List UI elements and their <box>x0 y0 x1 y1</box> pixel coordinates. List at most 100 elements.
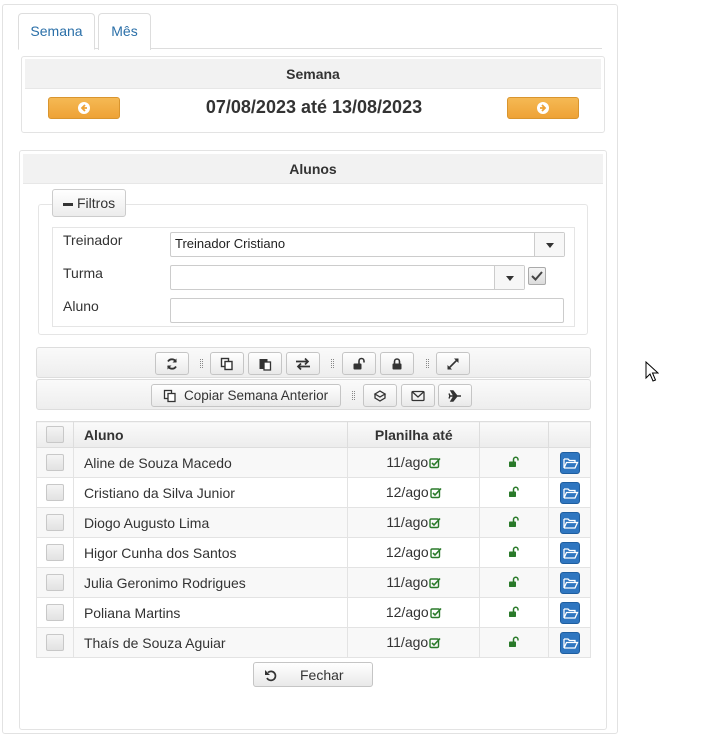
trainer-select[interactable]: Treinador Cristiano <box>170 232 565 257</box>
check-icon <box>531 271 543 281</box>
open-sheet-button[interactable] <box>559 631 580 654</box>
row-checkbox[interactable] <box>45 574 64 591</box>
row-folder-cell <box>548 537 591 568</box>
check-square-icon <box>429 636 441 652</box>
unlock-icon[interactable] <box>507 515 521 531</box>
paste-icon <box>259 358 272 371</box>
open-sheet-button[interactable] <box>559 511 580 534</box>
plane-icon <box>448 389 461 402</box>
copy-previous-week-button[interactable]: Copiar Semana Anterior <box>151 384 341 407</box>
close-button[interactable]: Fechar <box>253 662 373 687</box>
student-name: Thaís de Souza Aguiar <box>72 627 349 658</box>
student-label: Aluno <box>63 298 99 314</box>
sheet-date-cell: 12/ago <box>347 597 481 628</box>
dropbox-icon <box>373 389 387 402</box>
unlock-icon[interactable] <box>507 485 521 501</box>
unlock-button[interactable] <box>342 352 376 375</box>
row-lock-cell <box>479 537 550 568</box>
class-confirm-checkbox[interactable] <box>528 267 546 285</box>
sheet-date: 11/ago <box>386 633 429 650</box>
row-folder-cell <box>548 477 591 508</box>
unlock-icon[interactable] <box>507 575 521 591</box>
row-checkbox[interactable] <box>45 544 64 561</box>
chevron-down-icon[interactable] <box>534 233 564 256</box>
paste-button[interactable] <box>248 352 282 375</box>
sheet-date-cell: 12/ago <box>347 537 481 568</box>
undo-icon <box>265 670 277 682</box>
row-folder-cell <box>548 567 591 598</box>
send-button[interactable] <box>438 384 472 407</box>
table-header-row: Aluno Planilha até <box>36 421 591 448</box>
tab-mes[interactable]: Mês <box>98 13 151 50</box>
table-row[interactable]: Thaís de Souza Aguiar 11/ago <box>36 627 591 658</box>
row-folder-cell <box>548 447 591 478</box>
email-button[interactable] <box>401 384 435 407</box>
folder-open-icon <box>562 637 579 649</box>
sheet-date: 12/ago <box>385 483 429 500</box>
row-checkbox[interactable] <box>45 514 64 531</box>
class-select[interactable] <box>170 265 525 290</box>
actions-toolbar <box>36 347 591 378</box>
dropbox-button[interactable] <box>363 384 397 407</box>
envelope-icon <box>411 390 425 401</box>
refresh-button[interactable] <box>155 352 189 375</box>
open-sheet-button[interactable] <box>559 601 580 624</box>
open-sheet-button[interactable] <box>559 451 580 474</box>
unlock-icon[interactable] <box>507 635 521 651</box>
unlock-icon[interactable] <box>507 455 521 471</box>
row-checkbox[interactable] <box>45 484 64 501</box>
row-lock-cell <box>479 477 550 508</box>
check-square-icon <box>429 546 442 562</box>
swap-arrows-icon <box>296 357 310 370</box>
open-sheet-button[interactable] <box>559 571 580 594</box>
chevron-down-icon[interactable] <box>494 266 524 289</box>
sheet-date: 11/ago <box>386 513 429 530</box>
separator <box>331 359 334 368</box>
column-header-student[interactable]: Aluno <box>72 421 349 448</box>
table-row[interactable]: Aline de Souza Macedo 11/ago <box>36 447 591 478</box>
row-checkbox-cell <box>36 627 74 658</box>
row-checkbox[interactable] <box>45 454 64 471</box>
expand-button[interactable] <box>436 352 470 375</box>
student-name: Cristiano da Silva Junior <box>72 477 349 508</box>
sheet-date-cell: 11/ago <box>347 507 481 538</box>
row-checkbox-cell <box>36 477 74 508</box>
table-row[interactable]: Poliana Martins 12/ago <box>36 597 591 628</box>
row-checkbox[interactable] <box>45 634 64 651</box>
next-week-button[interactable] <box>507 97 579 119</box>
sheet-date: 11/ago <box>386 453 429 470</box>
week-toolbar: Copiar Semana Anterior <box>36 379 591 410</box>
unlock-icon[interactable] <box>507 605 521 621</box>
folder-open-icon <box>562 607 579 619</box>
check-square-icon <box>429 486 442 502</box>
trainer-label: Treinador <box>63 232 123 248</box>
unlock-icon[interactable] <box>507 545 521 561</box>
minus-icon <box>63 203 73 206</box>
student-search-input[interactable] <box>170 298 564 323</box>
toggle-filters-button[interactable]: Filtros <box>52 189 126 217</box>
prev-week-button[interactable] <box>48 97 120 119</box>
student-name: Poliana Martins <box>72 597 349 628</box>
row-checkbox[interactable] <box>45 604 64 621</box>
select-all-cell <box>36 421 74 448</box>
lock-button[interactable] <box>380 352 414 375</box>
copy-button[interactable] <box>210 352 244 375</box>
table-row[interactable]: Cristiano da Silva Junior 12/ago <box>36 477 591 508</box>
table-row[interactable]: Diogo Augusto Lima 11/ago <box>36 507 591 538</box>
sheet-date-cell: 11/ago <box>347 567 481 598</box>
student-name: Julia Geronimo Rodrigues <box>72 567 349 598</box>
row-folder-cell <box>548 597 591 628</box>
open-sheet-button[interactable] <box>559 481 580 504</box>
separator <box>200 359 203 368</box>
table-row[interactable]: Julia Geronimo Rodrigues 11/ago <box>36 567 591 598</box>
column-header-lock <box>479 421 550 448</box>
column-header-sheet[interactable]: Planilha até <box>347 421 481 448</box>
select-all-checkbox[interactable] <box>45 426 64 443</box>
open-sheet-button[interactable] <box>559 541 580 564</box>
tab-semana[interactable]: Semana <box>18 13 95 50</box>
table-row[interactable]: Higor Cunha dos Santos 12/ago <box>36 537 591 568</box>
row-lock-cell <box>479 567 550 598</box>
row-lock-cell <box>479 447 550 478</box>
student-name: Diogo Augusto Lima <box>72 507 349 538</box>
swap-button[interactable] <box>286 352 320 375</box>
